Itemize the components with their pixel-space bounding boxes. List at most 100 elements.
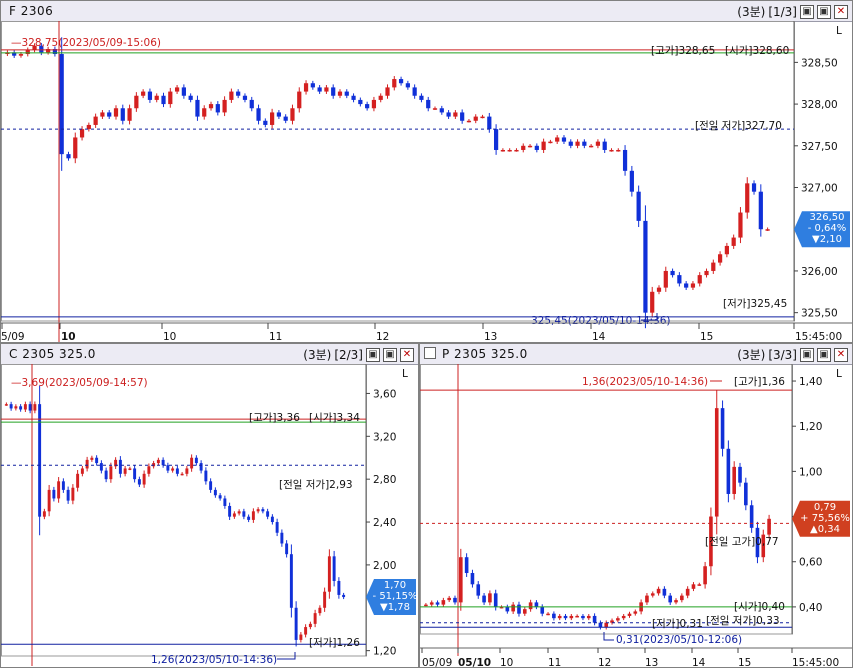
candle-body <box>194 457 198 464</box>
prev-low-label: [전일 저가]2,93 <box>279 478 353 491</box>
candle-body <box>156 459 160 464</box>
futures-maximize-icon[interactable]: ▣ <box>817 4 831 19</box>
candle-body <box>283 116 288 121</box>
candle-body <box>25 49 30 55</box>
put-select-checkbox[interactable] <box>424 347 436 359</box>
candle-body <box>466 120 472 123</box>
candle-body <box>459 557 463 603</box>
candle-body <box>534 602 539 607</box>
candle-body <box>482 595 486 603</box>
candle-body <box>500 149 505 152</box>
candle-body <box>453 597 457 603</box>
candle-body <box>71 487 75 501</box>
call-maximize-icon[interactable]: ▣ <box>383 347 397 362</box>
call-settings-icon[interactable]: ▣ <box>366 347 380 362</box>
corner-marker: L <box>402 368 408 380</box>
candle-body <box>447 597 451 601</box>
candle-body <box>724 245 729 255</box>
x-tick-label: 12 <box>376 331 389 343</box>
candle-body <box>104 470 108 480</box>
candle-body <box>276 112 282 117</box>
candle-body <box>738 466 742 483</box>
candle-body <box>668 595 673 603</box>
y-tick-label: 1,00 <box>799 466 822 478</box>
candle-body <box>61 481 65 490</box>
candle-body <box>195 99 200 117</box>
candle-body <box>711 262 716 271</box>
candle-body <box>656 287 662 292</box>
y-tick-label: 3,20 <box>373 431 396 443</box>
candle-body <box>589 145 594 148</box>
candle-body <box>118 459 122 474</box>
candle-body <box>76 473 80 488</box>
candle-body <box>344 91 349 96</box>
badge-pct: - 51,15% <box>373 591 418 602</box>
candle-body <box>342 594 346 598</box>
candle-body <box>107 112 112 117</box>
y-tick-label: 327,00 <box>801 183 838 195</box>
x-tick-label: 05/09 <box>422 657 452 668</box>
candle-body <box>738 212 743 238</box>
candle-body <box>141 91 146 96</box>
candle-body <box>604 622 609 628</box>
candle-body <box>327 556 331 592</box>
futures-close-icon[interactable]: ✕ <box>834 4 848 19</box>
candle-body <box>548 141 553 144</box>
candle-body <box>609 149 614 152</box>
candle-body <box>487 116 492 130</box>
candle-body <box>86 124 91 130</box>
candle-body <box>540 606 545 614</box>
futures-chart-window: F 2306 (3분) [1/3] ▣ ▣ ✕ 328,50 328,00 327,… <box>0 0 853 343</box>
candle-body <box>575 141 580 146</box>
candle-body <box>507 149 512 152</box>
y-tick-label: 328,00 <box>801 99 838 111</box>
put-settings-icon[interactable]: ▣ <box>800 347 814 362</box>
candle-body <box>602 141 607 150</box>
candle-body <box>429 602 434 605</box>
candle-body <box>514 149 519 152</box>
candle-body <box>751 183 757 192</box>
candle-body <box>168 91 173 105</box>
candle-body <box>128 468 132 470</box>
candle-body <box>275 522 279 533</box>
call-page: [2/3] <box>334 347 363 362</box>
low-label: [저가]1,26 <box>309 637 360 649</box>
put-maximize-icon[interactable]: ▣ <box>817 347 831 362</box>
candle-body <box>80 468 84 474</box>
open-label: [시가]3,34 <box>309 412 360 424</box>
candle-body <box>134 95 139 109</box>
candle-body <box>95 457 99 464</box>
prev-high-label: [전일 고가]0,77 <box>705 535 779 548</box>
candle-body <box>351 95 356 100</box>
candle-body <box>297 91 302 109</box>
candle-body <box>99 463 103 471</box>
call-close-icon[interactable]: ✕ <box>400 347 414 362</box>
candle-body <box>582 141 587 146</box>
candle-body <box>419 95 424 100</box>
candle-body <box>662 588 667 596</box>
candle-body <box>552 613 556 619</box>
candle-body <box>714 408 719 517</box>
candle-body <box>209 481 213 490</box>
candle-body <box>185 468 189 474</box>
candle-body <box>385 87 390 96</box>
candle-body <box>142 473 146 485</box>
x-tick-label: 5/09 <box>1 331 25 343</box>
low-label: [저가]0,31 <box>652 618 703 630</box>
corner-marker: L <box>836 25 842 37</box>
candle-body <box>633 611 638 614</box>
candle-body <box>441 600 446 605</box>
x-tick-label: 11 <box>548 657 561 668</box>
candle-body <box>460 112 465 121</box>
candle-body <box>9 404 13 409</box>
candle-body <box>247 516 251 520</box>
candle-body <box>586 615 591 619</box>
candle-body <box>237 511 241 514</box>
candle-body <box>622 149 628 171</box>
candle-body <box>4 404 8 406</box>
call-title-bar: C 2305 325.0 (3분) [2/3] ▣ ▣ ✕ <box>1 344 418 365</box>
candle-body <box>405 83 410 88</box>
futures-settings-icon[interactable]: ▣ <box>800 4 814 19</box>
put-close-icon[interactable]: ✕ <box>834 347 848 362</box>
candle-body <box>703 566 707 585</box>
